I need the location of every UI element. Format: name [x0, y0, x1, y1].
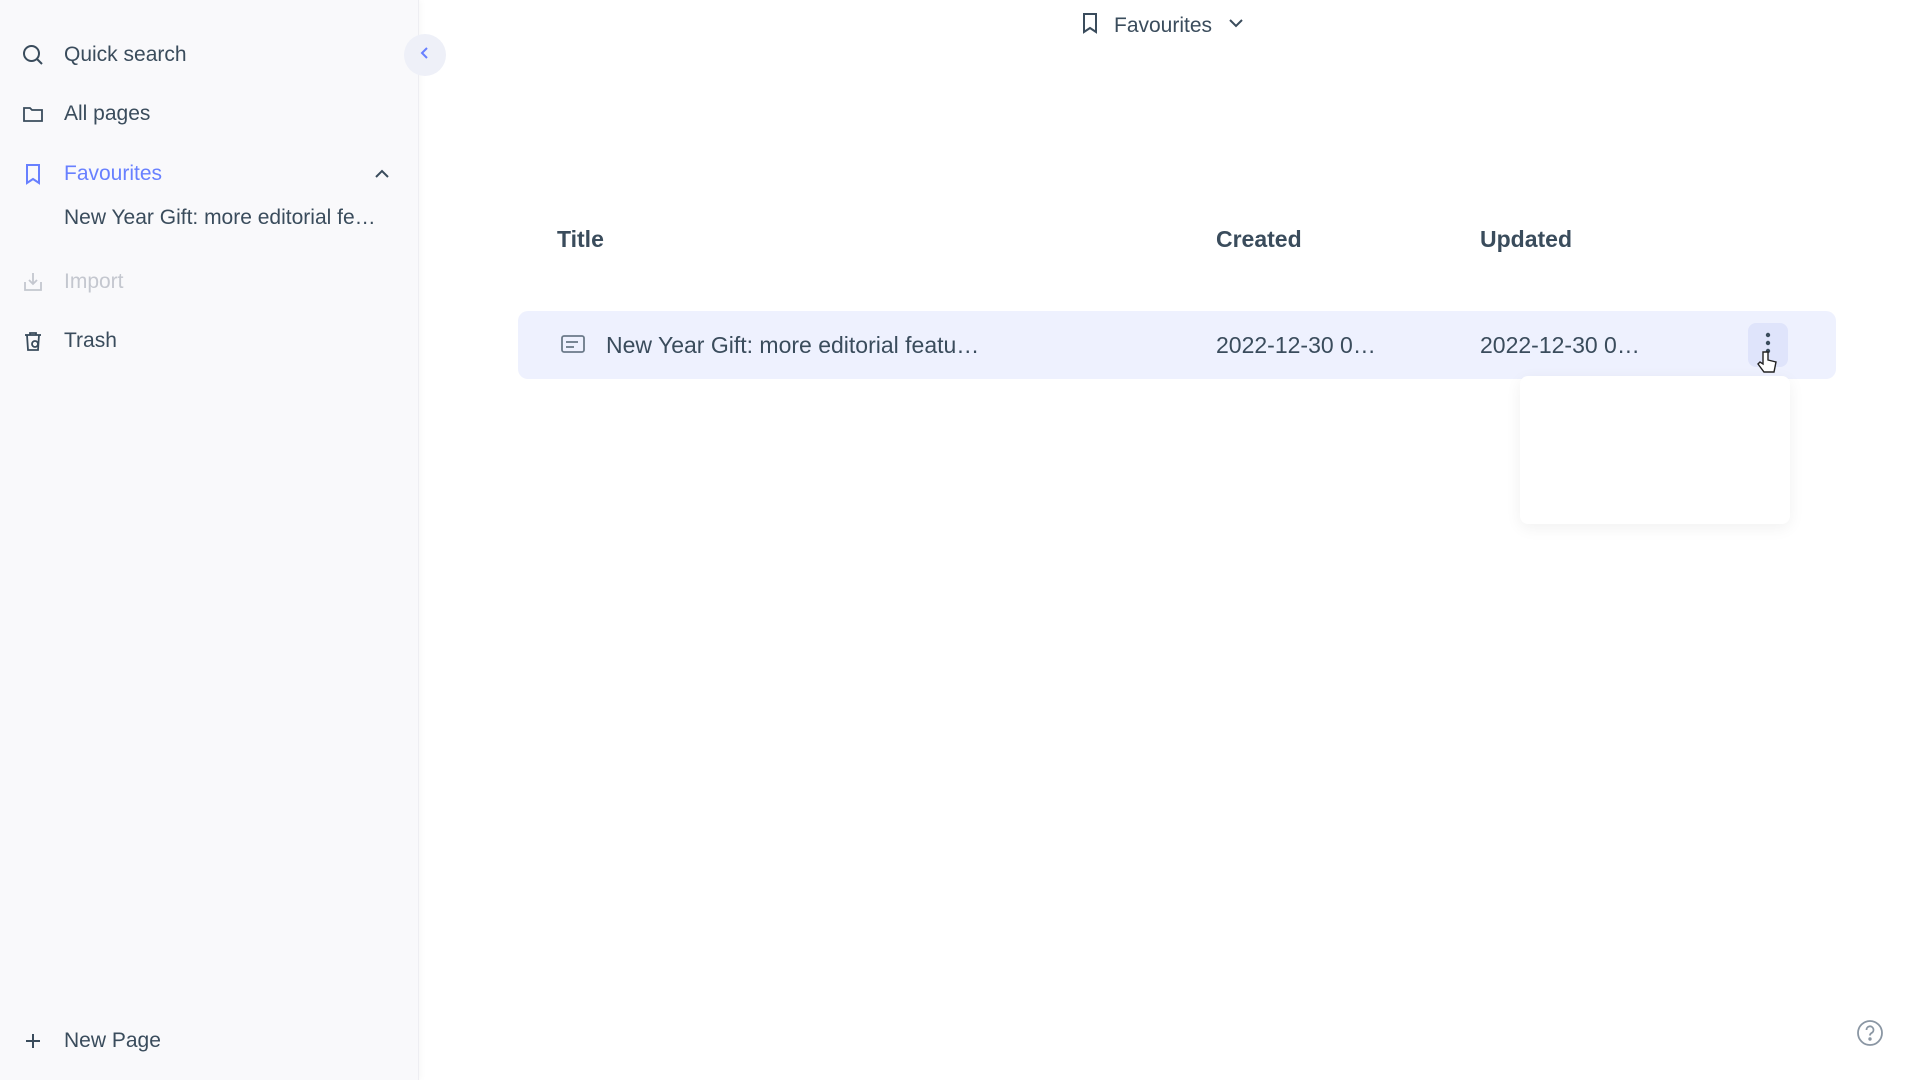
context-menu — [1520, 376, 1790, 524]
plus-icon — [20, 1028, 46, 1054]
quick-search-label: Quick search — [64, 43, 187, 66]
sidebar-item-label: Favourites — [64, 162, 163, 185]
sidebar-item-favourites[interactable]: Favourites — [20, 154, 162, 194]
trash-icon — [20, 328, 46, 354]
chevron-left-icon — [417, 45, 433, 66]
column-header-title[interactable]: Title — [557, 226, 604, 253]
row-updated: 2022-12-30 0… — [1480, 332, 1640, 358]
quick-search-button[interactable]: Quick search — [20, 35, 187, 75]
bookmark-icon — [1080, 12, 1100, 40]
page-title[interactable]: Favourites — [1080, 10, 1246, 42]
search-icon — [20, 42, 46, 68]
page-icon — [560, 333, 586, 362]
sidebar-item-all-pages[interactable]: All pages — [20, 94, 150, 134]
import-icon — [20, 269, 46, 295]
favourite-page-link[interactable]: New Year Gift: more editorial fe… — [64, 206, 394, 230]
new-page-label: New Page — [64, 1029, 161, 1052]
sidebar-item-import[interactable]: Import — [20, 262, 124, 302]
pointer-cursor-icon — [1756, 350, 1778, 381]
bookmark-icon — [20, 161, 46, 187]
help-icon[interactable] — [1855, 1018, 1885, 1053]
sidebar-item-label: Trash — [64, 329, 117, 352]
row-title: New Year Gift: more editorial featu… — [606, 332, 980, 358]
sidebar: Quick search All pages Favourites New Ye… — [0, 0, 419, 1080]
table-row[interactable]: New Year Gift: more editorial featu… 202… — [518, 311, 1836, 379]
sidebar-item-label: All pages — [64, 102, 151, 125]
page-title-label: Favourites — [1114, 14, 1213, 37]
new-page-button[interactable]: New Page — [20, 1021, 161, 1061]
chevron-down-icon — [1226, 13, 1246, 39]
collapse-sidebar-button[interactable] — [404, 34, 446, 76]
sidebar-item-label: Import — [64, 270, 124, 293]
column-header-updated[interactable]: Updated — [1480, 226, 1572, 253]
chevron-up-icon[interactable] — [370, 162, 394, 186]
sidebar-item-trash[interactable]: Trash — [20, 321, 117, 361]
row-created: 2022-12-30 0… — [1216, 332, 1376, 358]
folder-icon — [20, 101, 46, 127]
column-header-created[interactable]: Created — [1216, 226, 1302, 253]
